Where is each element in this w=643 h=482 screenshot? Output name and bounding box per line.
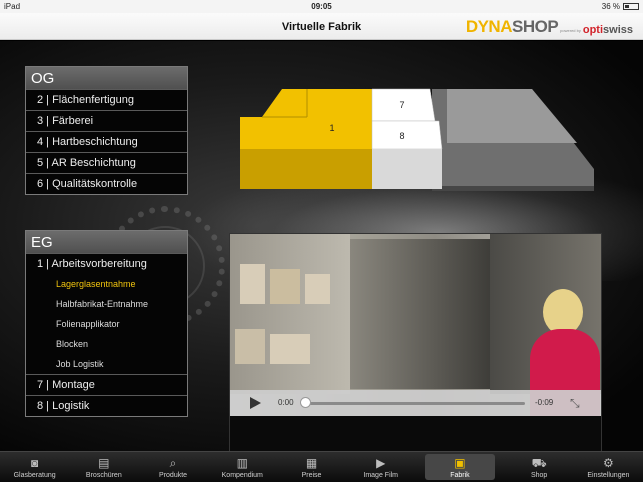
tab-einstellungen[interactable]: ⚙ Einstellungen: [574, 452, 643, 482]
video-controls: 0:00 -0:09 ⤡: [230, 390, 601, 416]
logo-swiss: swiss: [603, 24, 633, 36]
battery-percent: 36 %: [601, 2, 620, 11]
logo-dyna: DYNA: [465, 17, 513, 36]
tab-label: Shop: [530, 472, 548, 479]
tab-kompendium[interactable]: ▥ Kompendium: [208, 452, 277, 482]
video-current-time: 0:00: [278, 398, 294, 407]
tab-label: Einstellungen: [587, 472, 630, 479]
tab-produkte[interactable]: ⌕ Produkte: [138, 452, 207, 482]
logo-powered-by: powered by: [560, 28, 581, 33]
eg-header: EG: [26, 231, 187, 253]
factory-floor-plan: 1 7 8: [240, 88, 594, 191]
eg-menu: EG 1 | Arbeitsvorbereitung Lagerglasentn…: [25, 230, 188, 417]
shelf-box: [235, 329, 265, 364]
tab-label: Kompendium: [221, 472, 263, 479]
eg-item-montage[interactable]: 7 | Montage: [26, 374, 187, 395]
eg-subitem-blocken[interactable]: Blocken: [26, 334, 187, 354]
tab-bar: ◙ Glasberatung ▤ Broschüren ⌕ Produkte ▥ Kom…: [0, 451, 643, 482]
tab-shop[interactable]: ⛟ Shop: [505, 452, 574, 482]
eg-item-logistik[interactable]: 8 | Logistik: [26, 395, 187, 416]
eg-subitem-folienapplikator[interactable]: Folienapplikator: [26, 314, 187, 334]
navigation-bar: Virtuelle Fabrik DYNASHOP powered by opt…: [0, 13, 643, 40]
glasses-icon: ◙: [30, 456, 39, 470]
dynashop-logo: DYNASHOP powered by optiswiss: [465, 16, 633, 37]
room-1[interactable]: [240, 89, 372, 149]
cart-icon: ⛟: [531, 456, 547, 470]
book-icon: ▥: [236, 456, 248, 470]
tab-label: Glasberatung: [13, 472, 56, 479]
room-7-label: 7: [399, 100, 404, 110]
logo-optiswiss: optiswiss: [583, 24, 633, 36]
logo-opti: opti: [582, 24, 604, 36]
tab-preise[interactable]: ▦ Preise: [277, 452, 346, 482]
room-1-side: [240, 149, 372, 189]
plan-slab-side: [432, 186, 594, 191]
shelf-box: [305, 274, 330, 304]
play-icon: ▶: [376, 456, 386, 470]
tab-glasberatung[interactable]: ◙ Glasberatung: [0, 452, 69, 482]
play-icon[interactable]: [250, 397, 261, 409]
factory-icon: ▣: [454, 456, 466, 470]
factory-stage: 1 7 8 OG 2 | Flächenfertigung 3 | Färber…: [0, 41, 643, 451]
status-bar: iPad 09:05 36 %: [0, 0, 643, 13]
tab-label: Fabrik: [450, 472, 470, 479]
shelf-box: [240, 264, 265, 304]
calculator-icon: ▦: [305, 456, 318, 470]
og-menu: OG 2 | Flächenfertigung 3 | Färberei 4 |…: [25, 66, 188, 195]
room-8-side: [372, 149, 442, 189]
og-item-qualitaetskontrolle[interactable]: 6 | Qualitätskontrolle: [26, 173, 187, 194]
shelf-aisle: [350, 239, 490, 389]
video-scrubber[interactable]: [305, 402, 525, 405]
shelf-box: [270, 334, 310, 364]
battery-icon: [623, 3, 639, 10]
tab-label: Broschüren: [85, 472, 122, 479]
tab-label: Produkte: [159, 472, 188, 479]
logo-shop: SHOP: [511, 17, 559, 36]
room-8[interactable]: [371, 120, 443, 150]
plan-slab-face: [447, 89, 577, 143]
eg-item-arbeitsvorbereitung[interactable]: 1 | Arbeitsvorbereitung: [26, 253, 187, 274]
battery-level: [625, 5, 629, 8]
clock: 09:05: [311, 2, 332, 11]
tab-label: Image Film: [363, 472, 399, 479]
shelf-left: [230, 234, 350, 394]
og-item-flaechenfertigung[interactable]: 2 | Flächenfertigung: [26, 89, 187, 110]
tab-image-film[interactable]: ▶ Image Film: [346, 452, 415, 482]
gears-icon: ⚙: [602, 456, 614, 470]
tab-fabrik[interactable]: ▣ Fabrik: [425, 454, 495, 480]
og-header: OG: [26, 67, 187, 89]
og-item-hartbeschichtung[interactable]: 4 | Hartbeschichtung: [26, 131, 187, 152]
battery-status: 36 %: [602, 2, 639, 11]
eg-subitem-lagerglasentnahme[interactable]: Lagerglasentnahme: [26, 274, 187, 294]
video-player[interactable]: 0:00 -0:09 ⤡: [229, 233, 602, 451]
fullscreen-icon[interactable]: ⤡: [570, 396, 580, 411]
magnifier-icon: ⌕: [169, 456, 177, 470]
eg-subitem-halbfabrikat-entnahme[interactable]: Halbfabrikat-Entnahme: [26, 294, 187, 314]
room-8-label: 8: [399, 131, 404, 141]
logo-dynashop: DYNASHOP: [465, 17, 559, 36]
og-item-faerberei[interactable]: 3 | Färberei: [26, 110, 187, 131]
room-1-label: 1: [329, 123, 334, 133]
scrubber-knob[interactable]: [300, 397, 311, 408]
shelf-box: [270, 269, 300, 304]
document-icon: ▤: [98, 456, 110, 470]
tab-label: Preise: [301, 472, 322, 479]
eg-subitem-job-logistik[interactable]: Job Logistik: [26, 354, 187, 374]
video-remaining-time: -0:09: [535, 398, 554, 407]
tab-broschueren[interactable]: ▤ Broschüren: [69, 452, 138, 482]
og-item-ar-beschichtung[interactable]: 5 | AR Beschichtung: [26, 152, 187, 173]
video-footer: [230, 416, 601, 451]
